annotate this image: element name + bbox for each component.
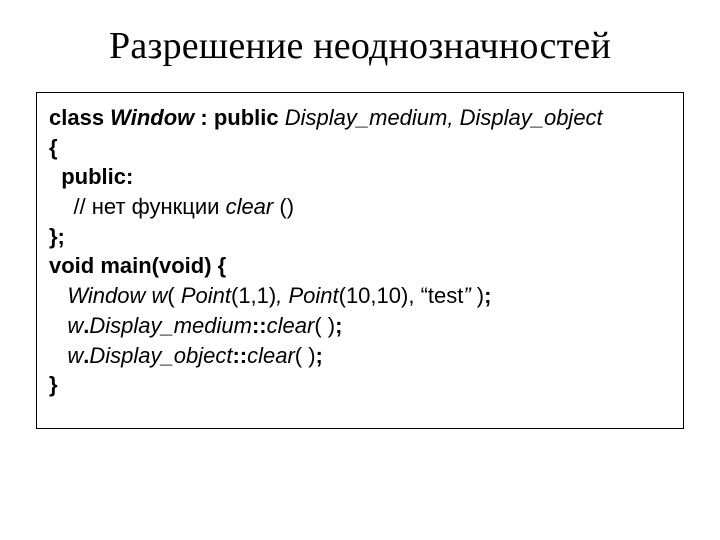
semicolon-3: ; <box>316 343 323 368</box>
code-line-5: }; <box>49 222 671 252</box>
code-line-7: Window w( Point(1,1), Point(10,10), “tes… <box>49 281 671 311</box>
comment-text-2: () <box>273 194 294 219</box>
point-2: , Point <box>276 283 338 308</box>
expr-w-1: w <box>49 313 83 338</box>
code-line-2: { <box>49 133 671 163</box>
expr-w-2: w <box>49 343 83 368</box>
scope-dm: Display_medium <box>89 313 252 338</box>
kw-class: class <box>49 105 110 130</box>
scope-op-2: :: <box>232 343 247 368</box>
call-args-2: ( ) <box>295 343 316 368</box>
class-close: }; <box>49 224 65 249</box>
point-2-args: (10,10), <box>339 283 421 308</box>
code-line-9: w.Display_object::clear( ); <box>49 341 671 371</box>
string-test: test <box>428 283 463 308</box>
call-clear-2: clear <box>247 343 295 368</box>
code-line-1: class Window : public Display_medium, Di… <box>49 103 671 133</box>
inherit-public: : public <box>194 105 284 130</box>
arg-close: ) <box>471 283 484 308</box>
semicolon-1: ; <box>484 283 491 308</box>
code-line-6: void main(void) { <box>49 251 671 281</box>
point-1-args: (1,1) <box>231 283 276 308</box>
main-close: } <box>49 372 58 397</box>
decl-window-w: Window w <box>49 283 167 308</box>
code-line-10: } <box>49 370 671 400</box>
arg-open: ( <box>167 283 180 308</box>
scope-do: Display_object <box>89 343 232 368</box>
cls-window: Window <box>110 105 194 130</box>
kw-public: public: <box>49 164 133 189</box>
brace-open: { <box>49 135 58 160</box>
slide: Разрешение неоднозначностей class Window… <box>0 0 720 540</box>
open-quote: “ <box>421 283 428 308</box>
main-signature: void main(void) { <box>49 253 226 278</box>
call-args-1: ( ) <box>314 313 335 338</box>
code-box: class Window : public Display_medium, Di… <box>36 92 684 429</box>
code-line-4: // нет функции clear () <box>49 192 671 222</box>
base-classes: Display_medium, Display_object <box>285 105 603 130</box>
point-1: Point <box>181 283 231 308</box>
comment-ident-clear: clear <box>226 194 274 219</box>
code-line-3: public: <box>49 162 671 192</box>
scope-op-1: :: <box>252 313 267 338</box>
slide-title: Разрешение неоднозначностей <box>36 24 684 68</box>
call-clear-1: clear <box>267 313 315 338</box>
code-line-8: w.Display_medium::clear( ); <box>49 311 671 341</box>
comment-text-1: // нет функции <box>49 194 226 219</box>
close-quote: ” <box>463 283 470 308</box>
semicolon-2: ; <box>335 313 342 338</box>
